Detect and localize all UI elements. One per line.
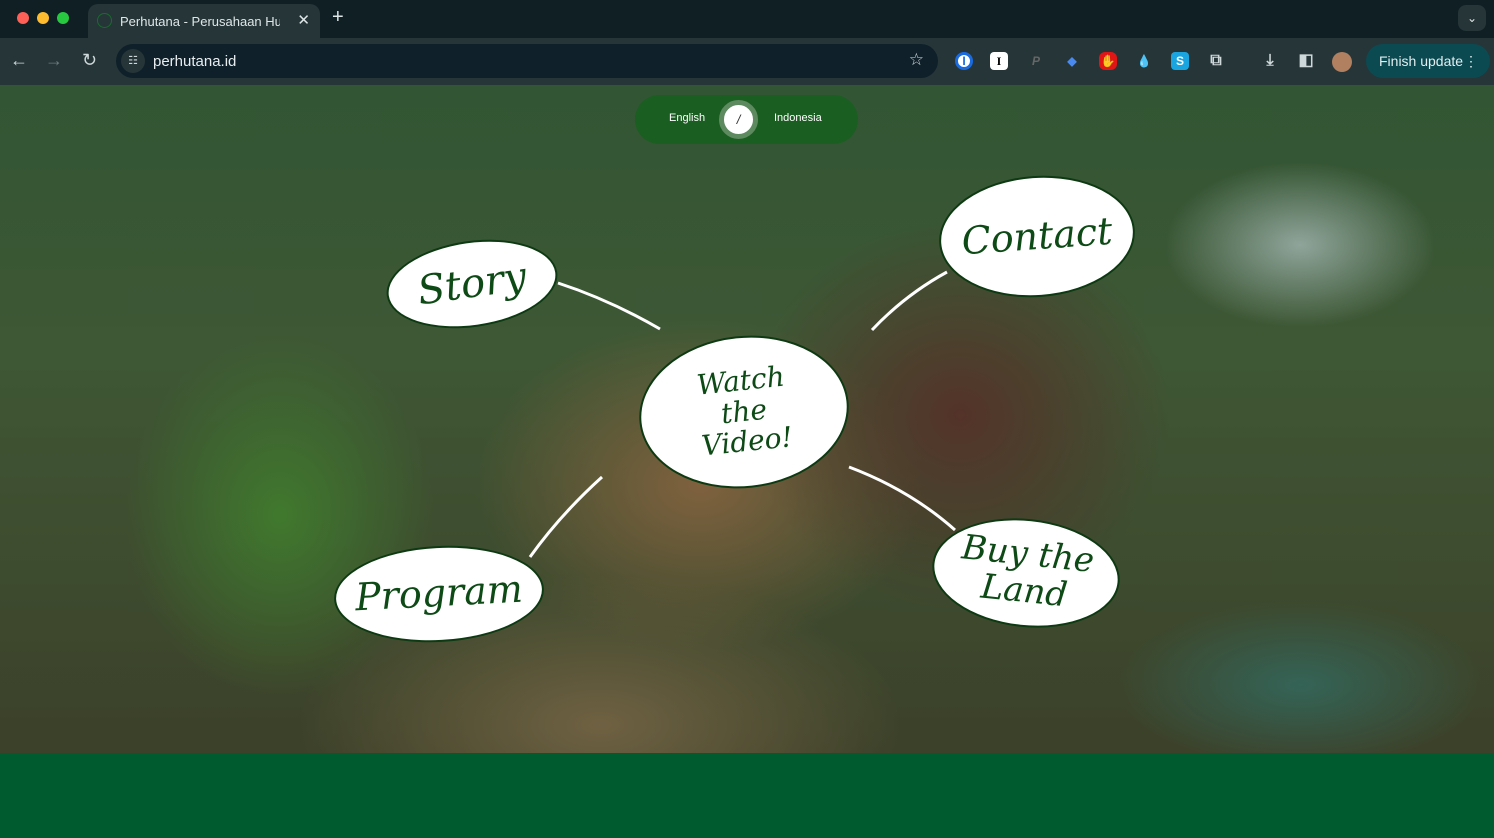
- buy-line-2: Land: [978, 566, 1070, 616]
- tab-search-button[interactable]: ⌄: [1458, 5, 1486, 31]
- address-bar[interactable]: ☷ perhutana.id ☆: [116, 44, 938, 78]
- menu-dots-icon[interactable]: ⋮: [1464, 44, 1478, 78]
- instapaper-icon[interactable]: I: [990, 52, 1008, 70]
- new-tab-button[interactable]: +: [332, 6, 344, 29]
- site-settings-icon[interactable]: ☷: [121, 49, 145, 73]
- watch-line-3: Video!: [699, 420, 795, 463]
- tab-title: Perhutana - Perusahaan Hutan: [120, 13, 280, 29]
- url-text[interactable]: perhutana.id: [153, 53, 236, 70]
- reload-icon[interactable]: ↻: [82, 50, 97, 71]
- download-icon[interactable]: ⤓: [1261, 52, 1279, 70]
- hero-section: English / Indonesia Story Contact Watch …: [0, 85, 1494, 753]
- paypal-icon[interactable]: P: [1027, 52, 1045, 70]
- connector-program: [528, 475, 604, 558]
- adblock-icon[interactable]: ✋: [1099, 52, 1117, 70]
- ext-blue-icon[interactable]: ◆: [1063, 52, 1081, 70]
- drop-icon[interactable]: 💧: [1135, 52, 1153, 70]
- maximize-window-button[interactable]: [57, 12, 69, 24]
- toggle-knob[interactable]: /: [719, 100, 758, 139]
- contact-label: Contact: [960, 208, 1114, 263]
- forward-icon[interactable]: →: [45, 50, 63, 71]
- browser-tab[interactable]: Perhutana - Perusahaan Hutan ✕: [88, 4, 320, 38]
- back-icon[interactable]: ←: [10, 50, 28, 71]
- side-panel-icon[interactable]: ◧: [1297, 52, 1315, 70]
- toolbar: ← → ↻ ☷ perhutana.id ☆ I I P ◆ ✋ 💧 S ⧉ ⤓…: [0, 38, 1494, 85]
- profile-avatar[interactable]: [1332, 52, 1352, 72]
- story-label: Story: [414, 253, 530, 315]
- connector-buy: [848, 465, 956, 532]
- bookmark-star-icon[interactable]: ☆: [909, 50, 924, 70]
- 1password-icon[interactable]: I: [955, 52, 973, 70]
- connector-contact: [870, 270, 948, 332]
- separator: /: [736, 112, 741, 127]
- minimize-window-button[interactable]: [37, 12, 49, 24]
- favicon-icon: [97, 13, 112, 28]
- close-tab-icon[interactable]: ✕: [297, 11, 310, 29]
- puzzle-icon[interactable]: ⧉: [1207, 52, 1225, 70]
- tab-bar: Perhutana - Perusahaan Hutan ✕ + ⌄: [0, 0, 1494, 38]
- close-window-button[interactable]: [17, 12, 29, 24]
- finish-update-label: Finish update: [1379, 53, 1464, 69]
- connector-story: [557, 281, 661, 331]
- program-label: Program: [354, 566, 524, 620]
- english-option[interactable]: English: [669, 112, 705, 124]
- language-toggle[interactable]: English / Indonesia: [635, 95, 858, 144]
- indonesia-option[interactable]: Indonesia: [774, 112, 822, 124]
- footer-band: [0, 753, 1494, 838]
- finish-update-button[interactable]: Finish update ⋮: [1366, 44, 1490, 78]
- s-icon[interactable]: S: [1171, 52, 1189, 70]
